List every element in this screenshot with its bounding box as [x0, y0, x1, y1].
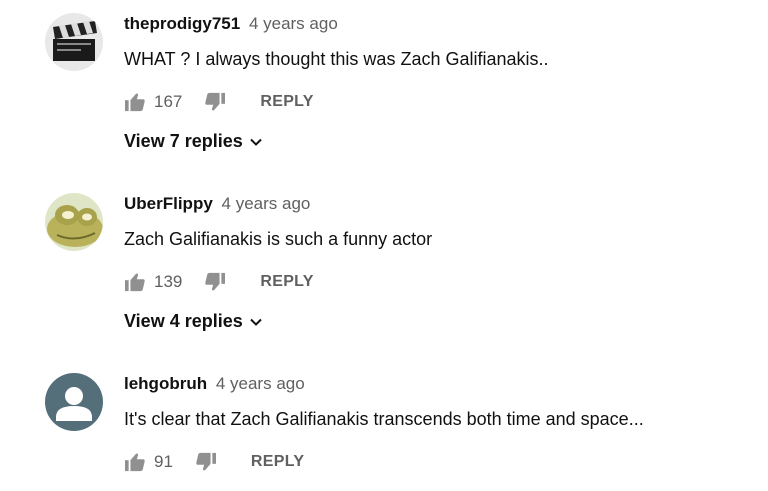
view-replies-button[interactable]: View 7 replies — [124, 131, 262, 152]
frog-avatar-icon — [45, 193, 103, 251]
thumbs-up-icon — [125, 93, 145, 112]
comment-actions: 167 REPLY — [124, 91, 314, 113]
dislike-button[interactable] — [204, 272, 226, 292]
default-user-avatar-icon — [45, 373, 103, 431]
comment-time[interactable]: 4 years ago — [222, 194, 311, 213]
thumbs-down-icon — [196, 452, 216, 471]
like-count: 91 — [154, 452, 173, 471]
avatar[interactable] — [45, 373, 103, 431]
comment-header: lehgobruh 4 years ago — [124, 374, 305, 394]
avatar[interactable] — [45, 13, 103, 71]
dislike-button[interactable] — [204, 92, 226, 112]
thumbs-up-icon — [125, 273, 145, 292]
comment-text: It's clear that Zach Galifianakis transc… — [124, 409, 644, 429]
like-count: 167 — [154, 92, 183, 111]
comment-text: WHAT ? I always thought this was Zach Ga… — [124, 49, 549, 69]
comment-actions: 91 REPLY — [124, 451, 304, 473]
clapperboard-avatar-icon — [45, 13, 103, 71]
author-name[interactable]: UberFlippy — [124, 194, 213, 213]
like-count: 139 — [154, 272, 183, 291]
thumbs-up-icon — [125, 453, 145, 472]
like-button[interactable]: 139 — [124, 272, 182, 292]
comment-time[interactable]: 4 years ago — [216, 374, 305, 393]
reply-button[interactable]: REPLY — [251, 453, 304, 471]
reply-button[interactable]: REPLY — [260, 93, 313, 111]
author-name[interactable]: theprodigy751 — [124, 14, 240, 33]
comment-text: Zach Galifianakis is such a funny actor — [124, 229, 433, 249]
chevron-down-icon — [250, 138, 262, 146]
view-replies-label: View 7 replies — [124, 131, 243, 151]
comment-actions: 139 REPLY — [124, 271, 314, 293]
like-button[interactable]: 167 — [124, 92, 182, 112]
chevron-down-icon — [250, 318, 262, 326]
thumbs-down-icon — [205, 92, 226, 111]
thumbs-down-icon — [205, 272, 226, 291]
comment-header: theprodigy751 4 years ago — [124, 14, 338, 34]
view-replies-button[interactable]: View 4 replies — [124, 311, 262, 332]
view-replies-label: View 4 replies — [124, 311, 243, 331]
like-button[interactable]: 91 — [124, 452, 173, 472]
author-name[interactable]: lehgobruh — [124, 374, 207, 393]
reply-button[interactable]: REPLY — [260, 273, 313, 291]
comment-time[interactable]: 4 years ago — [249, 14, 338, 33]
comment-header: UberFlippy 4 years ago — [124, 194, 310, 214]
avatar[interactable] — [45, 193, 103, 251]
dislike-button[interactable] — [195, 452, 217, 472]
